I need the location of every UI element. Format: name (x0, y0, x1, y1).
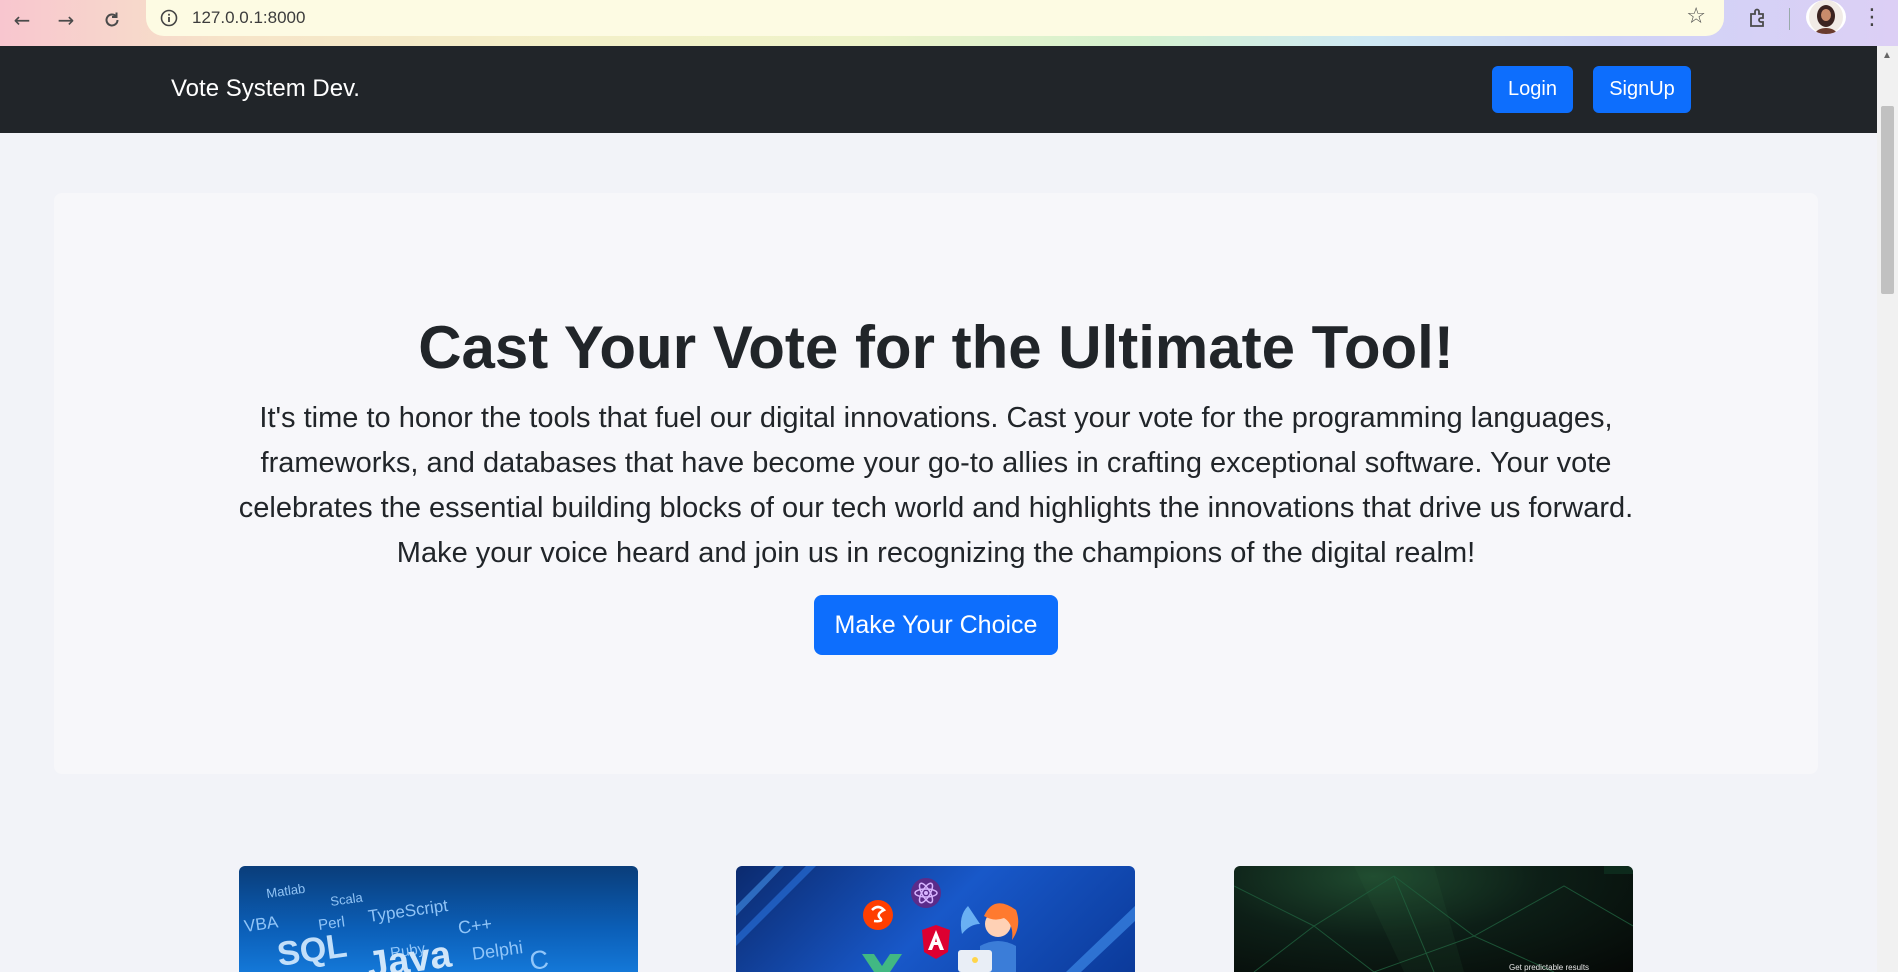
svelte-icon (863, 900, 893, 930)
page-scrollbar[interactable]: ▲ (1877, 46, 1898, 972)
scroll-thumb[interactable] (1881, 106, 1894, 294)
hero-section: Cast Your Vote for the Ultimate Tool! It… (54, 193, 1818, 774)
site-info-icon[interactable] (158, 7, 180, 29)
card-word: SQL (275, 927, 350, 972)
card-word: Scala (329, 889, 364, 908)
url-text: 127.0.0.1:8000 (192, 8, 306, 27)
reload-icon[interactable] (96, 4, 128, 36)
signup-button[interactable]: SignUp (1593, 66, 1691, 113)
make-your-choice-button[interactable]: Make Your Choice (814, 595, 1058, 655)
databases-card-image[interactable]: Get predictable results (1234, 866, 1633, 972)
browser-menu-icon[interactable]: ⋮ (1861, 2, 1883, 32)
address-bar[interactable]: 127.0.0.1:8000 ☆ (146, 0, 1724, 36)
card-word: Matlab (265, 881, 306, 901)
card-word: Java (364, 933, 454, 972)
scroll-up-icon[interactable]: ▲ (1882, 50, 1892, 61)
brand-logo-text[interactable]: Vote System Dev. (171, 75, 360, 103)
card-word: C (528, 944, 551, 972)
card-word: C++ (457, 913, 493, 938)
forward-icon[interactable]: → (50, 4, 82, 36)
bookmark-star-icon[interactable]: ☆ (1686, 4, 1706, 29)
frameworks-card-image[interactable] (736, 866, 1135, 972)
back-icon[interactable]: ← (6, 4, 38, 36)
hero-description: It's time to honor the tools that fuel o… (238, 402, 1634, 569)
hero-title: Cast Your Vote for the Ultimate Tool! (418, 314, 1454, 381)
profile-avatar[interactable] (1806, 0, 1846, 34)
programming-languages-card-image[interactable]: Matlab Scala VBA Perl TypeScript SQL C++… (239, 866, 638, 972)
login-button[interactable]: Login (1492, 66, 1573, 113)
card-word: VBA (243, 912, 280, 936)
card-caption: Get predictable results (1509, 963, 1589, 972)
card-word: Delphi (471, 937, 524, 964)
card-word: TypeScript (367, 896, 449, 926)
vue-icon (862, 954, 902, 972)
developer-illustration (958, 903, 1019, 972)
react-icon (911, 878, 941, 908)
site-navbar: Vote System Dev. Login SignUp (0, 46, 1877, 133)
browser-toolbar: ← → 127.0.0.1:8000 ☆ ⋮ (0, 0, 1898, 46)
extensions-icon[interactable] (1744, 4, 1772, 32)
angular-icon (922, 925, 950, 959)
toolbar-divider (1789, 8, 1790, 30)
